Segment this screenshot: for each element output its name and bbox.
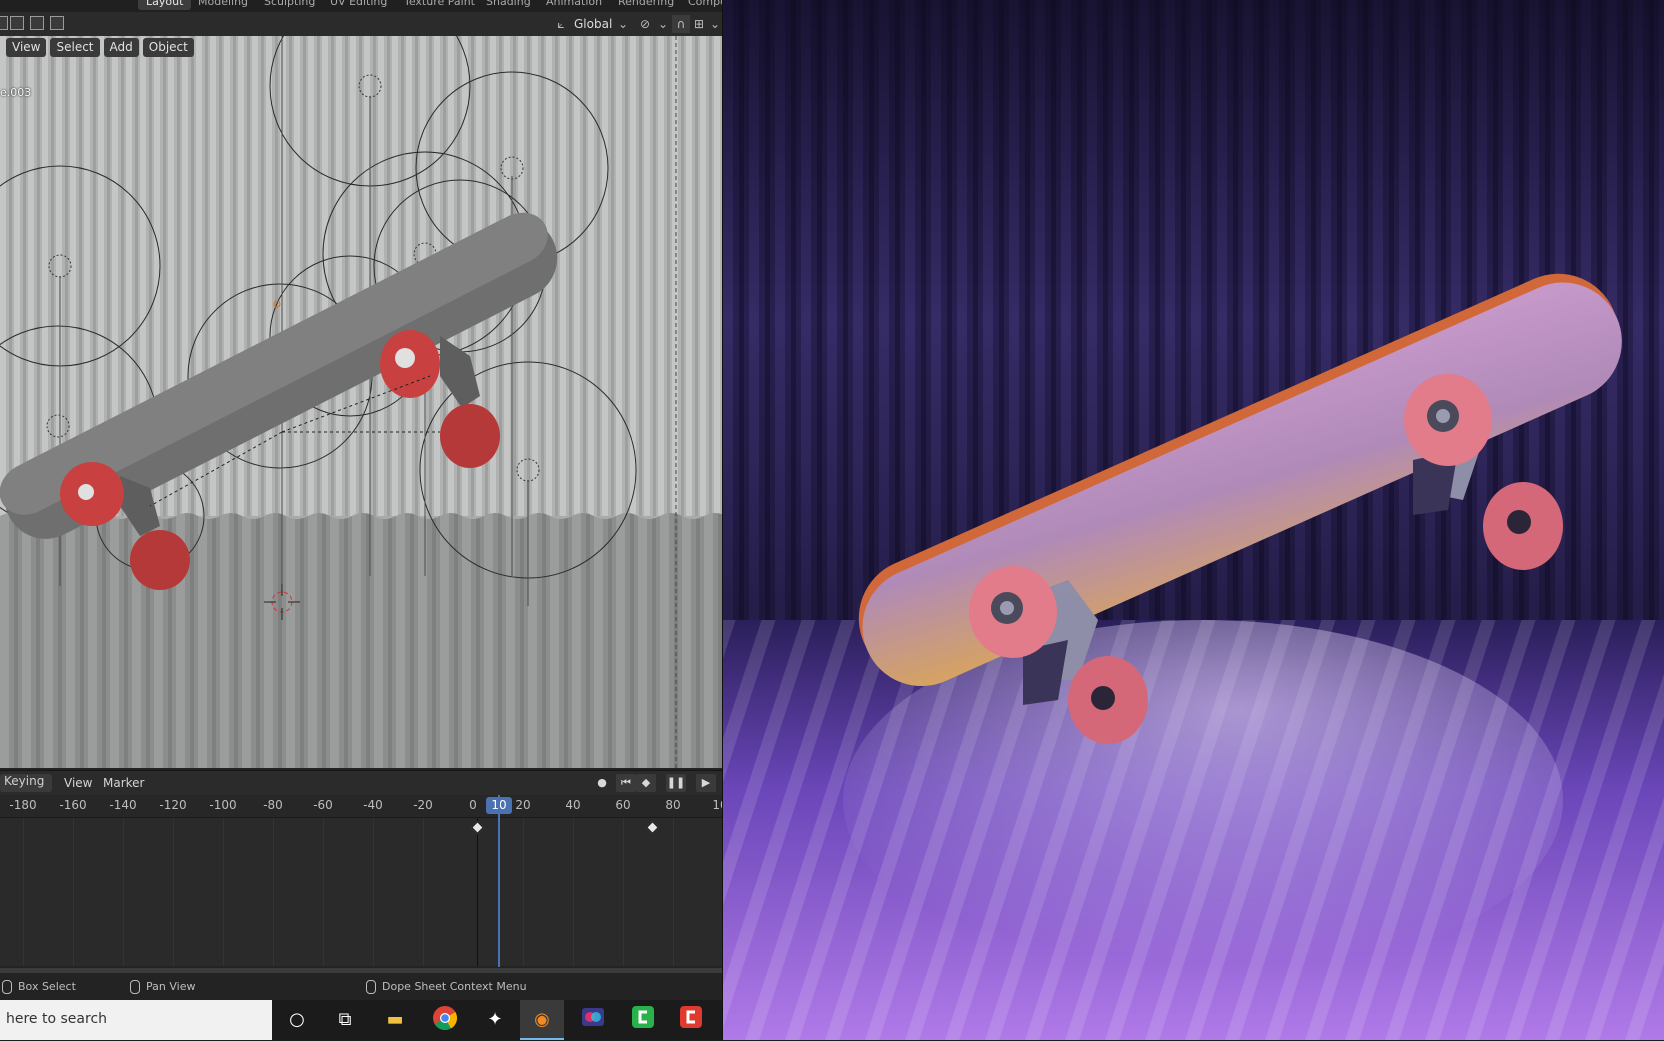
taskbar: here to search ○ ⧉ ▬ ✦ ◉: [0, 1000, 722, 1040]
blender-icon[interactable]: ◉: [520, 1000, 564, 1040]
3d-viewport[interactable]: View Select Add Object e.003: [0, 36, 722, 768]
camtasia-icon[interactable]: [628, 1005, 658, 1035]
orientation-dropdown[interactable]: Global: [574, 14, 612, 34]
workspace-tab-bar: Layout Modeling Sculpting UV Editing Tex…: [0, 0, 722, 12]
tick-label: -160: [59, 798, 87, 812]
keying-label: Keying: [4, 774, 45, 788]
select-subtract-icon[interactable]: [30, 16, 44, 30]
tab-uv-editing[interactable]: UV Editing: [322, 0, 395, 10]
mouse-left-icon: [2, 980, 12, 994]
jump-keyframe-back-icon[interactable]: ◆: [636, 774, 656, 792]
timeline-ruler[interactable]: -180 -160 -140 -120 -100 -80 -60 -40 -20…: [0, 795, 722, 818]
select-extend-icon[interactable]: [10, 16, 24, 30]
keying-dropdown[interactable]: Keying ⌄: [0, 774, 52, 802]
tick-label: 60: [615, 798, 631, 812]
dope-sheet-header: Keying ⌄ View Marker ● ⏮ ◆ ❚❚ ▶: [0, 770, 722, 802]
tab-rendering[interactable]: Rendering: [610, 0, 682, 10]
status-label: Dope Sheet Context Menu: [382, 980, 527, 993]
tick-label: -140: [109, 798, 137, 812]
jump-keyframe-forward-icon[interactable]: ▶: [696, 774, 716, 792]
app-icon[interactable]: ✦: [480, 1005, 510, 1035]
tick-label: -60: [313, 798, 333, 812]
dope-sheet-channels[interactable]: [0, 818, 722, 966]
jump-start-icon[interactable]: ⏮: [616, 774, 636, 792]
status-box-select: Box Select: [2, 978, 76, 996]
tab-animation[interactable]: Animation: [538, 0, 610, 10]
taskbar-search-box[interactable]: here to search: [0, 1000, 272, 1040]
select-new-icon[interactable]: [0, 16, 8, 30]
viewport-header: ⟀ Global ⌄ ⊘ ⌄ ∩ ⊞ ⌄: [0, 12, 722, 37]
rendered-skateboard: [723, 0, 1664, 1040]
object-menu[interactable]: Object: [142, 38, 194, 57]
record-icon[interactable]: ●: [592, 774, 612, 792]
dope-view-menu[interactable]: View: [64, 774, 92, 792]
tab-modeling[interactable]: Modeling: [190, 0, 256, 10]
add-menu[interactable]: Add: [103, 38, 139, 57]
tick-label: 40: [565, 798, 581, 812]
status-bar: Box Select Pan View Dope Sheet Context M…: [0, 974, 722, 1000]
tick-label: -40: [363, 798, 383, 812]
tab-shading[interactable]: Shading: [478, 0, 539, 10]
mouse-right-icon: [366, 980, 376, 994]
tick-label: 20: [515, 798, 531, 812]
snap-icon[interactable]: ∩: [672, 15, 690, 33]
tick-label: 80: [665, 798, 681, 812]
transform-orientation-icon[interactable]: ⟀: [552, 15, 570, 33]
active-object-name: e.003: [0, 86, 32, 99]
pivot-icon[interactable]: ⊘: [636, 15, 654, 33]
camtasia-recorder-icon[interactable]: [676, 1005, 706, 1035]
task-view-icon[interactable]: ⧉: [330, 1005, 360, 1035]
viewport-menu-bar: View Select Add Object: [6, 38, 194, 58]
blender-window: Layout Modeling Sculpting UV Editing Tex…: [0, 0, 722, 1000]
keyframe-diamond[interactable]: [646, 821, 659, 834]
tick-label: 0: [469, 798, 477, 812]
view-menu[interactable]: View: [6, 38, 47, 57]
tab-texture-paint[interactable]: Texture Paint: [396, 0, 483, 10]
timeline-scrollbar[interactable]: [0, 968, 722, 973]
mouse-middle-icon: [130, 980, 140, 994]
tab-layout[interactable]: Layout: [138, 0, 192, 10]
search-placeholder: here to search: [6, 1011, 108, 1027]
tick-label: -20: [413, 798, 433, 812]
viewport-scene: [0, 36, 722, 768]
playhead[interactable]: [498, 795, 500, 967]
chevron-down-icon[interactable]: ⌄: [654, 15, 672, 33]
tick-label: -100: [209, 798, 237, 812]
tab-sculpting[interactable]: Sculpting: [256, 0, 323, 10]
tick-label: -80: [263, 798, 283, 812]
pause-icon[interactable]: ❚❚: [666, 774, 686, 792]
select-menu[interactable]: Select: [50, 38, 100, 57]
render-preview: [723, 0, 1664, 1040]
status-label: Box Select: [18, 980, 76, 993]
marker-menu[interactable]: Marker: [103, 774, 144, 792]
file-explorer-icon[interactable]: ▬: [380, 1005, 410, 1035]
tick-label: -180: [9, 798, 37, 812]
chevron-down-icon[interactable]: ⌄: [706, 15, 722, 33]
status-pan-view: Pan View: [130, 978, 195, 996]
keyframe-diamond[interactable]: [471, 821, 484, 834]
tab-compositing[interactable]: Compo: [680, 0, 722, 10]
status-label: Pan View: [146, 980, 196, 993]
status-context-menu: Dope Sheet Context Menu: [366, 978, 527, 996]
select-invert-icon[interactable]: [50, 16, 64, 30]
chevron-down-icon[interactable]: ⌄: [614, 15, 632, 33]
davinci-icon[interactable]: [578, 1005, 608, 1035]
cortana-icon[interactable]: ○: [282, 1005, 312, 1035]
tick-label: -120: [159, 798, 187, 812]
tick-label: 10: [712, 798, 722, 812]
chrome-icon[interactable]: [430, 1005, 460, 1035]
